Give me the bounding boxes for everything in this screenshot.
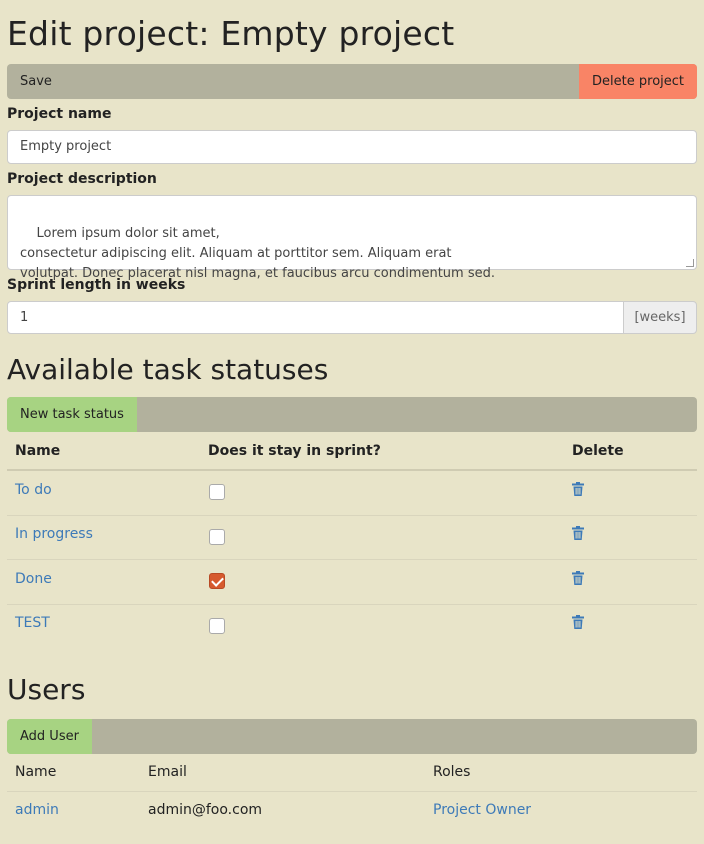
stay-in-sprint-checkbox[interactable] <box>209 529 225 545</box>
status-link-done[interactable]: Done <box>15 571 52 587</box>
row-divider <box>7 604 697 605</box>
stay-in-sprint-checkbox[interactable] <box>209 484 225 500</box>
stay-in-sprint-checkbox[interactable] <box>209 618 225 634</box>
trash-icon[interactable] <box>572 526 584 540</box>
sprint-length-group: 1 [weeks] <box>7 301 697 334</box>
column-header-name: Name <box>15 443 61 459</box>
status-link-in-progress[interactable]: In progress <box>15 526 93 542</box>
stay-in-sprint-checkbox-checked[interactable] <box>209 573 225 589</box>
task-status-table: Name Does it stay in sprint? Delete To d… <box>7 432 697 642</box>
sprint-length-input[interactable]: 1 <box>7 301 624 334</box>
task-statuses-heading: Available task statuses <box>7 353 329 386</box>
user-email: admin@foo.com <box>148 802 263 818</box>
page-title: Edit project: Empty project <box>7 14 455 53</box>
sprint-length-label: Sprint length in weeks <box>7 277 186 293</box>
project-name-input[interactable]: Empty project <box>7 130 697 164</box>
trash-icon[interactable] <box>572 482 584 496</box>
column-header-stay-in-sprint: Does it stay in sprint? <box>208 443 381 459</box>
new-task-status-button[interactable]: New task status <box>7 397 137 432</box>
users-heading: Users <box>7 673 86 706</box>
project-name-label: Project name <box>7 106 112 122</box>
resize-handle-icon[interactable] <box>686 259 694 267</box>
row-divider <box>7 515 697 516</box>
users-table: Name Email Roles admin admin@foo.com Pro… <box>7 754 697 834</box>
column-header-name: Name <box>15 764 57 780</box>
project-description-label: Project description <box>7 171 157 187</box>
add-user-button[interactable]: Add User <box>7 719 92 754</box>
project-toolbar: Save Delete project <box>7 64 697 99</box>
trash-icon[interactable] <box>572 571 584 585</box>
status-link-test[interactable]: TEST <box>15 615 50 631</box>
users-toolbar: Add User <box>7 719 697 754</box>
sprint-unit-addon: [weeks] <box>623 301 697 334</box>
user-link-admin[interactable]: admin <box>15 802 59 818</box>
save-button[interactable]: Save <box>7 64 65 99</box>
table-header-divider <box>7 791 697 792</box>
project-description-text: Lorem ipsum dolor sit amet, consectetur … <box>20 226 495 281</box>
edit-project-page: Edit project: Empty project Save Delete … <box>0 0 704 844</box>
column-header-email: Email <box>148 764 187 780</box>
trash-icon[interactable] <box>572 615 584 629</box>
delete-project-button[interactable]: Delete project <box>579 64 697 99</box>
table-header-divider <box>7 469 697 471</box>
user-role-link[interactable]: Project Owner <box>433 802 531 818</box>
status-link-to-do[interactable]: To do <box>15 482 52 498</box>
column-header-roles: Roles <box>433 764 471 780</box>
task-status-toolbar: New task status <box>7 397 697 432</box>
project-description-textarea[interactable]: Lorem ipsum dolor sit amet, consectetur … <box>7 195 697 281</box>
column-header-delete: Delete <box>572 443 624 459</box>
row-divider <box>7 559 697 560</box>
